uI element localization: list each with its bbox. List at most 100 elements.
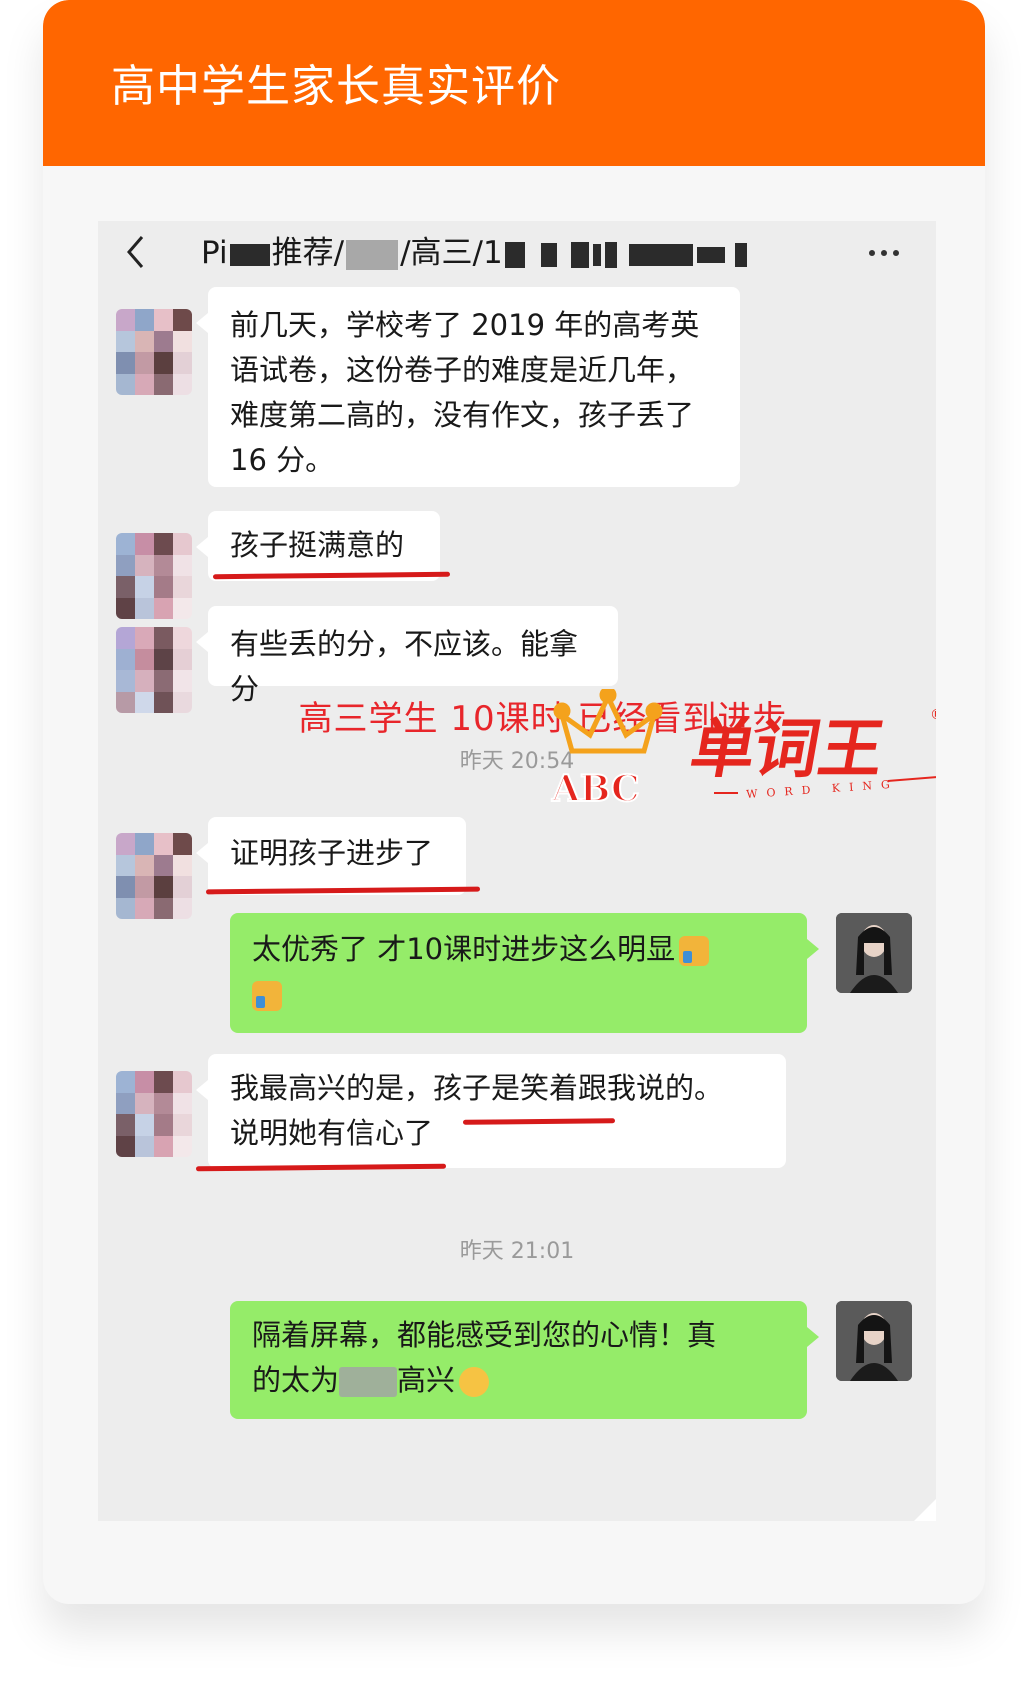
registered-mark: ® [930, 707, 936, 723]
emoji-icon [459, 1367, 490, 1397]
chat-bubble: 隔着屏幕，都能感受到您的心情！真 的太为 高兴 [230, 1301, 819, 1419]
avatar-mosaic-cell [154, 1071, 173, 1093]
abc-text: ABC [550, 767, 641, 811]
message-text: 前几天，学校考了 2019 年的高考英语试卷，这份卷子的难度是近几年，难度第二高… [230, 308, 700, 477]
avatar-mosaic-cell [135, 576, 154, 598]
avatar-mosaic-cell [116, 554, 135, 576]
avatar-mosaic-cell [154, 554, 173, 576]
avatar-mosaic-cell [116, 627, 135, 649]
avatar-mosaic-cell [154, 330, 173, 352]
avatar-mosaic-cell [135, 309, 154, 331]
chat-bubble: 有些丢的分，不应该。能拿分 [196, 606, 618, 706]
avatar-mosaic-cell [154, 670, 173, 692]
avatar[interactable] [116, 309, 192, 395]
avatar-mosaic-cell [116, 576, 135, 598]
avatar-mosaic-cell [154, 352, 173, 374]
brand-watermark: ABC 单词王 ® WORD KING [538, 686, 936, 829]
avatar-mosaic-cell [116, 533, 135, 555]
chat-screenshot: Pi 推荐/ /高三/1 前几天，学校考了 2019 年的高考英语试卷，这份卷子的难… [98, 221, 936, 1521]
redacted-block [628, 243, 693, 266]
avatar-mosaic-cell [116, 670, 135, 692]
avatar-mosaic-cell [135, 352, 154, 374]
more-dots-icon[interactable] [866, 249, 902, 258]
avatar-mosaic-cell [173, 854, 192, 876]
redacted-block [229, 243, 270, 266]
avatar-mosaic-cell [135, 627, 154, 649]
avatar-mosaic-cell [173, 352, 192, 374]
crown-logo-icon [553, 686, 663, 754]
avatar-mosaic-cell [154, 597, 173, 619]
avatar-mosaic-cell [173, 876, 192, 898]
avatar[interactable] [116, 1071, 192, 1157]
avatar-mosaic-cell [173, 330, 192, 352]
page-title: 高中学生家长真实评价 [111, 61, 561, 112]
avatar-mosaic-cell [116, 1071, 135, 1093]
abc-logo-text: ABC [551, 768, 640, 810]
avatar-mosaic-cell [154, 1114, 173, 1136]
message-text: 太优秀了 才10课时进步这么明显 [252, 932, 676, 966]
redacted-block [504, 241, 525, 268]
avatar-mosaic-cell [154, 533, 173, 555]
brand-name: 单词王 [685, 712, 890, 786]
redacted-block [734, 242, 747, 267]
chat-topbar: Pi 推荐/ /高三/1 [98, 221, 936, 283]
chat-title-part1: 推荐/ [271, 235, 345, 271]
avatar-mosaic-cell [173, 670, 192, 692]
avatar-mosaic-cell [154, 1092, 173, 1114]
blurred-text [339, 1367, 398, 1397]
avatar-mosaic-cell [173, 1071, 192, 1093]
avatar-mosaic-cell [135, 854, 154, 876]
avatar-mosaic-cell [116, 330, 135, 352]
avatar-mosaic-cell [173, 648, 192, 670]
message-text: 的太为 [252, 1363, 340, 1397]
avatar-mosaic-cell [135, 1135, 154, 1157]
message-text: 孩子挺满意的 [230, 528, 405, 562]
avatar-mosaic-cell [116, 373, 135, 395]
avatar-mosaic-cell [173, 373, 192, 395]
avatar-mosaic-cell [154, 1135, 173, 1157]
avatar-mosaic-cell [116, 1092, 135, 1114]
avatar-mosaic-cell [135, 670, 154, 692]
avatar-mosaic-cell [116, 876, 135, 898]
avatar-mosaic-cell [173, 833, 192, 855]
avatar-mosaic-cell [135, 897, 154, 919]
avatar-mosaic-cell [154, 854, 173, 876]
timestamp: 昨天 21:01 [459, 1239, 575, 1264]
avatar-mosaic-cell [173, 1092, 192, 1114]
redacted-block [604, 241, 617, 268]
avatar[interactable] [836, 1301, 912, 1381]
avatar[interactable] [836, 913, 912, 993]
avatar-mosaic-cell [116, 833, 135, 855]
redacted-block [696, 246, 725, 263]
avatar-mosaic-cell [116, 897, 135, 919]
chat-bubble: 太优秀了 才10课时进步这么明显 [230, 913, 819, 1033]
chat-bubble: 前几天，学校考了 2019 年的高考英语试卷，这份卷子的难度是近几年，难度第二高… [196, 287, 740, 487]
avatar-mosaic-cell [154, 627, 173, 649]
avatar-mosaic-cell [154, 309, 173, 331]
thumbs-up-icon [679, 936, 710, 966]
avatar[interactable] [116, 833, 192, 919]
avatar-mosaic-cell [116, 854, 135, 876]
avatar-mosaic-cell [154, 576, 173, 598]
redacted-block [592, 243, 601, 266]
chat-title-part2: /高三/1 [400, 235, 503, 271]
card-header: 高中学生家长真实评价 [43, 0, 985, 166]
avatar-mosaic-cell [135, 876, 154, 898]
avatar-mosaic-cell [116, 597, 135, 619]
avatar-mosaic-cell [173, 554, 192, 576]
avatar-mosaic-cell [173, 627, 192, 649]
back-chevron-icon[interactable] [124, 233, 148, 271]
message-text: 说明她有信心了 [230, 1116, 434, 1150]
avatar-mosaic-cell [135, 1092, 154, 1114]
avatar-mosaic-cell [135, 1114, 154, 1136]
avatar-mosaic-cell [135, 597, 154, 619]
message-text: 证明孩子进步了 [230, 836, 434, 870]
avatar-mosaic-cell [173, 1114, 192, 1136]
avatar-mosaic-cell [173, 309, 192, 331]
avatar-mosaic-cell [135, 648, 154, 670]
avatar[interactable] [116, 533, 192, 619]
redacted-block [540, 242, 557, 267]
avatar-mosaic-cell [135, 533, 154, 555]
thumbs-up-icon [252, 981, 282, 1011]
avatar-mosaic-cell [173, 1135, 192, 1157]
